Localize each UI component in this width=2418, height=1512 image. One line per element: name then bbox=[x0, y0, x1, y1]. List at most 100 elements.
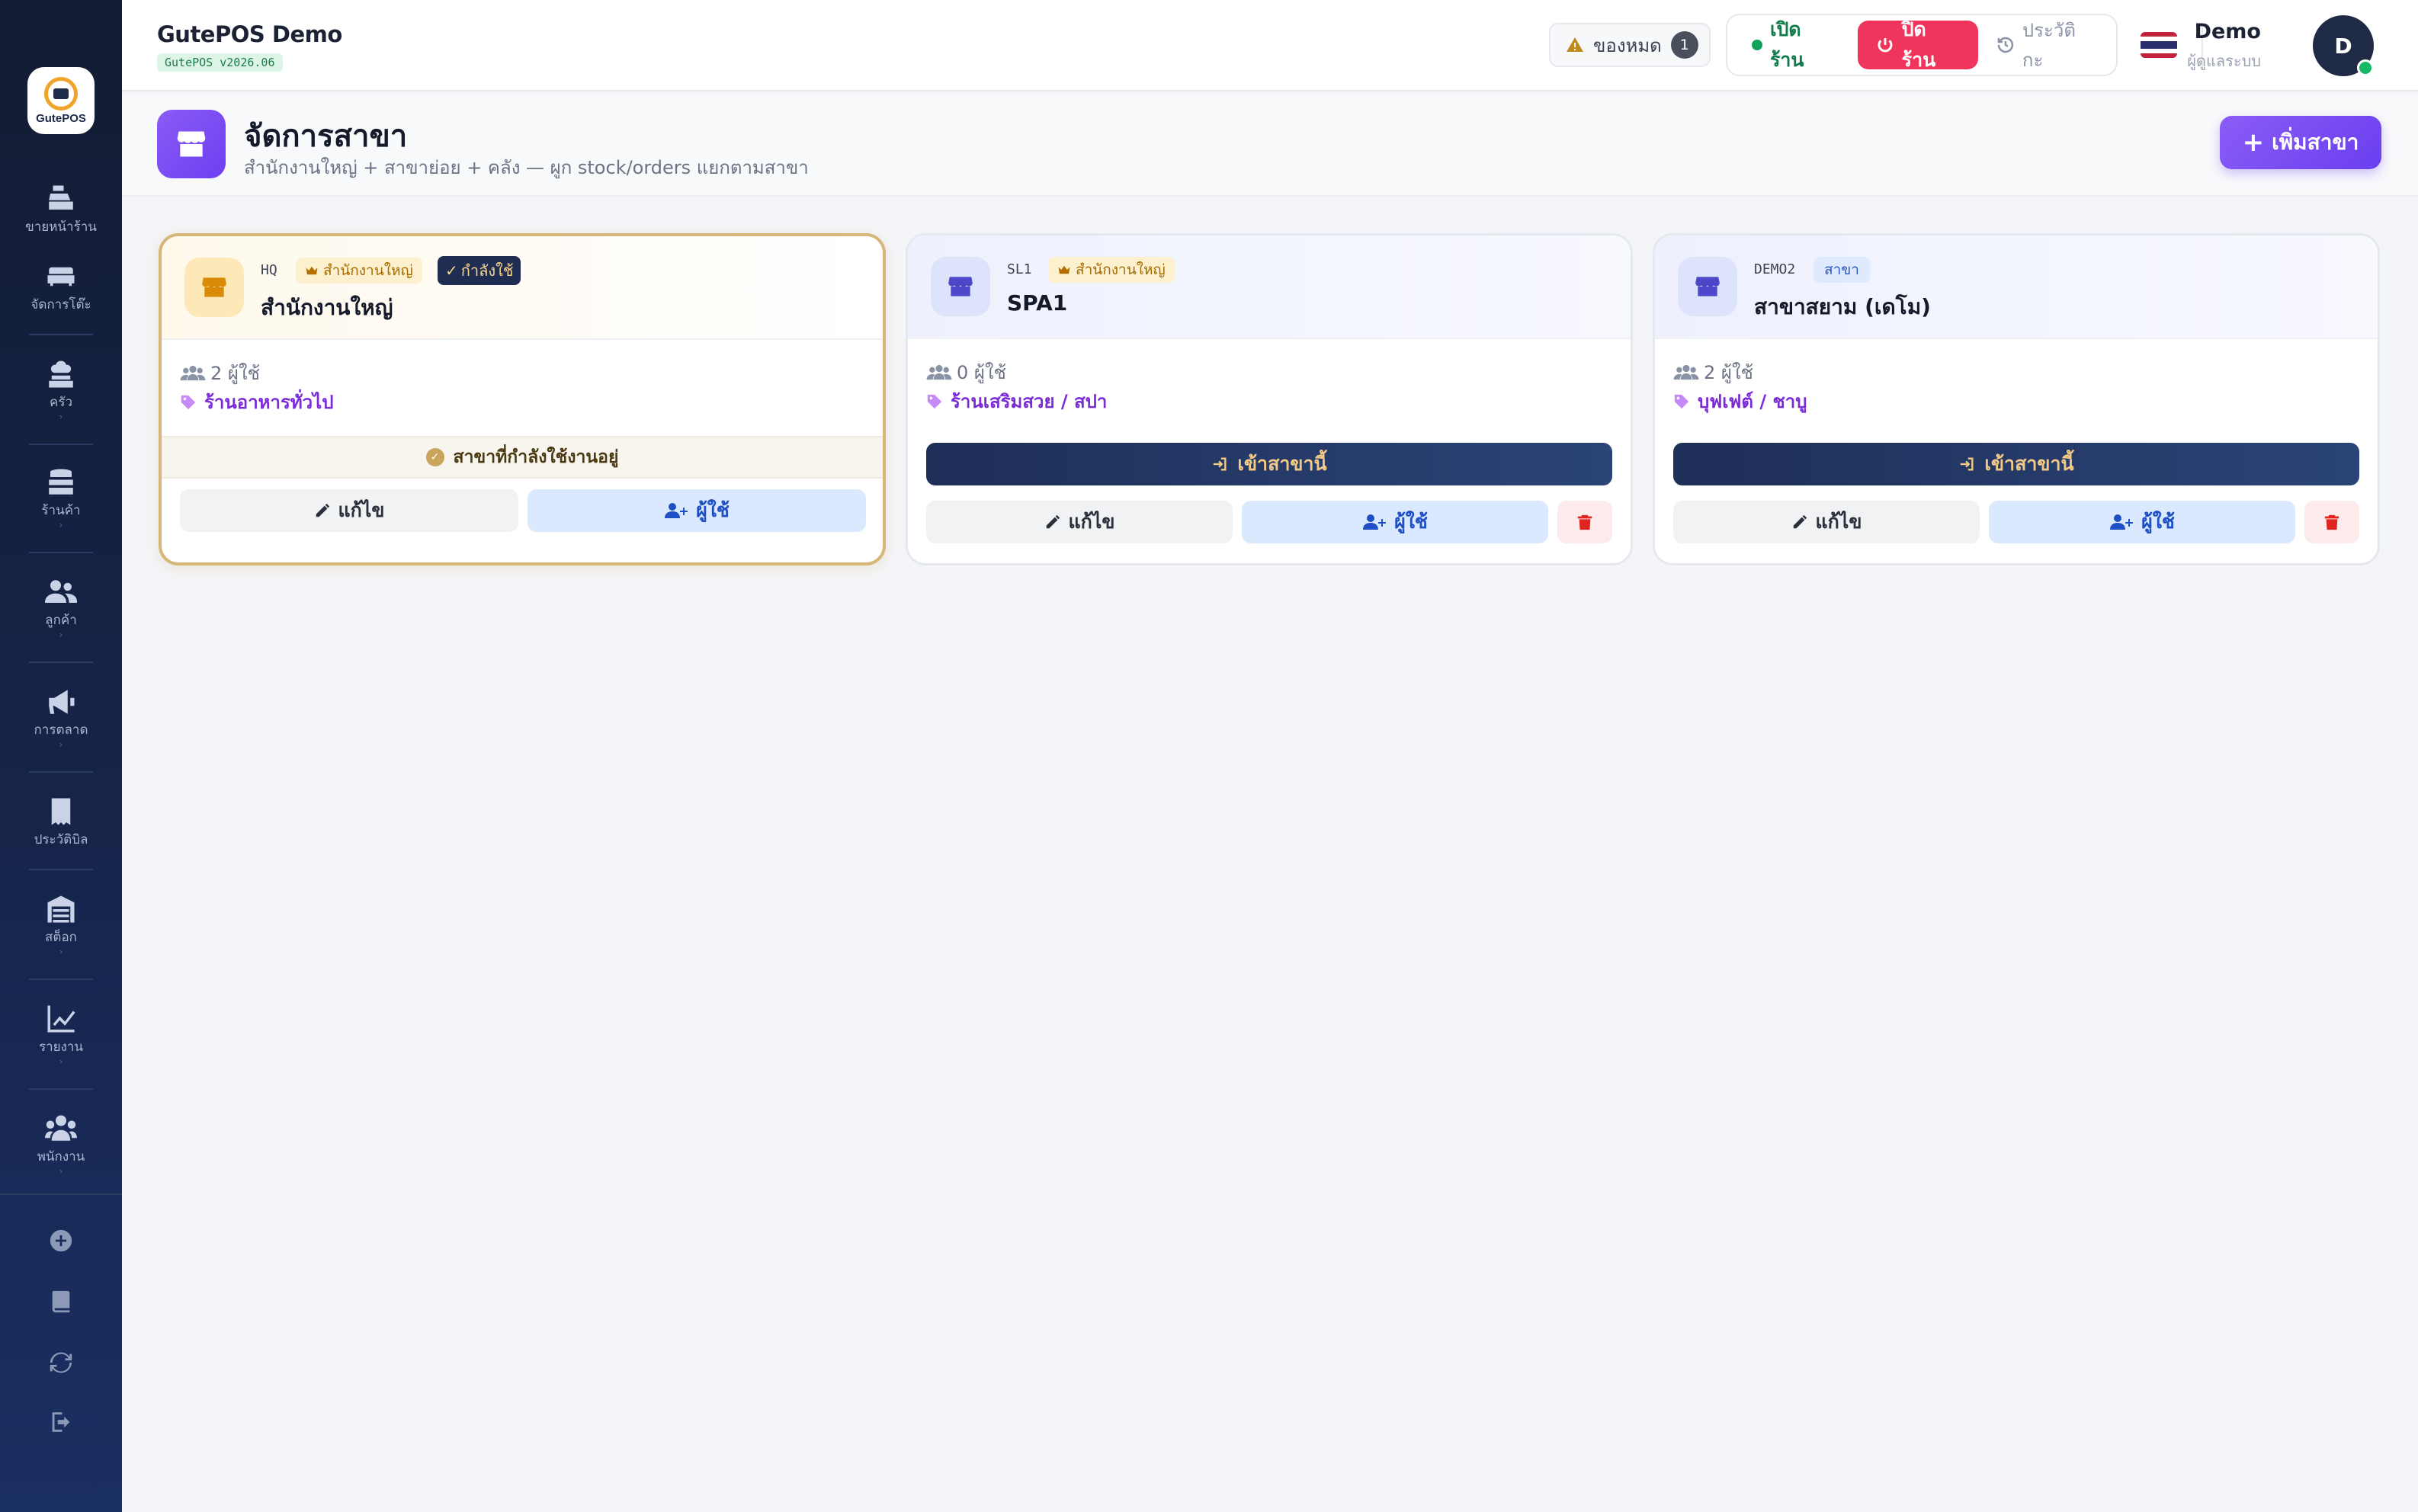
trash-icon bbox=[1577, 514, 1592, 530]
branch-name: SPA1 bbox=[1007, 290, 1068, 316]
pencil-icon bbox=[1046, 514, 1060, 529]
sidebar-item-reports[interactable]: รายงาน › bbox=[0, 1003, 122, 1066]
current-branch-indicator: ✓ สาขาที่กำลังใช้งานอยู่ bbox=[162, 436, 883, 479]
branch-user-count-label: 0 ผู้ใช้ bbox=[957, 362, 1006, 383]
edit-branch-button[interactable]: แก้ไข bbox=[1673, 501, 1980, 543]
users-label: ผู้ใช้ bbox=[1394, 511, 1428, 533]
sidebar-divider bbox=[29, 662, 93, 663]
active-badge: ✓ กำลังใช้ bbox=[438, 256, 521, 285]
app-title: GutePOS Demo bbox=[157, 21, 342, 47]
couch-icon bbox=[47, 267, 75, 287]
add-circle-button[interactable] bbox=[43, 1222, 79, 1259]
sidebar-item-label: ร้านค้า bbox=[41, 503, 81, 518]
chevron-icon: › bbox=[59, 1166, 63, 1177]
history-icon bbox=[1997, 37, 2014, 53]
online-status-icon bbox=[2357, 59, 2374, 76]
power-icon bbox=[1878, 38, 1893, 53]
edit-label: แก้ไข bbox=[338, 499, 385, 521]
sidebar-item-pos[interactable]: ขายหน้าร้าน bbox=[0, 183, 122, 237]
sidebar-item-tables[interactable]: จัดการโต๊ะ bbox=[0, 261, 122, 315]
sidebar-item-store[interactable]: ร้านค้า › bbox=[0, 466, 122, 530]
enter-branch-button[interactable]: เข้าสาขานี้ bbox=[926, 443, 1612, 485]
chevron-icon: › bbox=[59, 629, 63, 640]
crown-icon bbox=[1058, 265, 1070, 274]
warning-icon bbox=[1567, 37, 1583, 52]
version-badge: GutePOS v2026.06 bbox=[157, 53, 283, 72]
store-icon bbox=[931, 257, 990, 316]
open-shop-button[interactable]: เปิดร้าน bbox=[1737, 18, 1850, 71]
branch-user-count: 2 ผู้ใช้ bbox=[180, 358, 260, 388]
open-shop-label: เปิดร้าน bbox=[1769, 18, 1804, 71]
delete-branch-button[interactable] bbox=[2304, 501, 2359, 543]
branch-user-count: 0 ผู้ใช้ bbox=[926, 357, 1006, 387]
shift-history-button[interactable]: ประวัติกะ bbox=[1986, 20, 2107, 71]
status-dot-icon bbox=[1752, 40, 1762, 50]
sidebar-item-bill-history[interactable]: ประวัติบิล bbox=[0, 796, 122, 850]
hq-badge-label: สำนักงานใหญ่ bbox=[323, 262, 413, 279]
store-icon bbox=[157, 110, 226, 178]
tag-icon bbox=[181, 395, 196, 409]
edit-branch-button[interactable]: แก้ไข bbox=[926, 501, 1233, 543]
chevron-icon: › bbox=[59, 520, 63, 530]
user-plus-icon bbox=[2110, 514, 2134, 530]
sidebar-item-label: การตลาด bbox=[34, 722, 88, 738]
sidebar-divider bbox=[29, 771, 93, 773]
current-branch-label: สาขาที่กำลังใช้งานอยู่ bbox=[453, 447, 619, 467]
logout-icon bbox=[52, 1412, 70, 1432]
branch-type-tag: ร้านอาหารทั่วไป bbox=[180, 387, 333, 417]
chevron-icon: › bbox=[59, 739, 63, 750]
sign-in-icon bbox=[1214, 457, 1227, 471]
branch-user-count: 2 ผู้ใช้ bbox=[1673, 357, 1753, 387]
branch-type-tag: บุฟเฟต์ / ชาบู bbox=[1673, 386, 1807, 416]
close-shop-button[interactable]: ปิดร้าน bbox=[1857, 18, 1979, 71]
branch-type-label: บุฟเฟต์ / ชาบู bbox=[1698, 391, 1807, 412]
thai-flag-icon[interactable] bbox=[2141, 32, 2177, 58]
sidebar-divider bbox=[0, 1193, 122, 1195]
logout-button[interactable] bbox=[43, 1404, 79, 1440]
hq-badge: สำนักงานใหญ่ bbox=[296, 258, 422, 284]
sidebar-item-label: จัดการโต๊ะ bbox=[30, 297, 91, 312]
sidebar-item-label: ลูกค้า bbox=[45, 613, 77, 628]
sidebar-item-label: สต็อก bbox=[45, 930, 77, 945]
store-stack-icon bbox=[49, 469, 73, 495]
tag-icon bbox=[927, 394, 942, 408]
trash-icon bbox=[2324, 514, 2339, 530]
sidebar-item-stock[interactable]: สต็อก › bbox=[0, 893, 122, 956]
branch-user-count-label: 2 ผู้ใช้ bbox=[210, 363, 260, 384]
plus-icon: + bbox=[2242, 127, 2265, 158]
sidebar-divider bbox=[29, 552, 93, 553]
tag-icon bbox=[1674, 394, 1689, 408]
sidebar-item-marketing[interactable]: การตลาด › bbox=[0, 686, 122, 749]
branch-users-button[interactable]: ผู้ใช้ bbox=[1989, 501, 2295, 543]
branch-badge: สาขา bbox=[1814, 257, 1870, 283]
sidebar-divider bbox=[29, 869, 93, 870]
sidebar-item-label: พนักงาน bbox=[37, 1149, 85, 1164]
add-branch-button[interactable]: + เพิ่มสาขา bbox=[2220, 116, 2381, 169]
hq-badge: สำนักงานใหญ่ bbox=[1048, 257, 1175, 283]
branch-users-button[interactable]: ผู้ใช้ bbox=[1242, 501, 1548, 543]
out-of-stock-alert[interactable]: ของหมด 1 bbox=[1549, 23, 1711, 67]
sync-button[interactable] bbox=[43, 1344, 79, 1381]
branch-users-button[interactable]: ผู้ใช้ bbox=[528, 489, 866, 532]
manual-button[interactable] bbox=[43, 1283, 79, 1320]
branch-code: SL1 bbox=[1007, 261, 1032, 277]
branch-name: สาขาสยาม (เดโม) bbox=[1754, 294, 1931, 319]
enter-branch-label: เข้าสาขานี้ bbox=[1984, 453, 2074, 475]
chart-line-icon bbox=[47, 1005, 75, 1033]
app-logo[interactable]: GutePOS bbox=[27, 67, 95, 134]
sidebar-item-label: รายงาน bbox=[38, 1040, 84, 1055]
sidebar-divider bbox=[29, 979, 93, 980]
out-of-stock-count: 1 bbox=[1670, 31, 1698, 59]
branch-card-sl1: SL1 สำนักงานใหญ่ SPA1 0 ผู้ใช้ ร้านเสริม… bbox=[906, 233, 1633, 565]
chevron-icon: › bbox=[59, 947, 63, 957]
delete-branch-button[interactable] bbox=[1557, 501, 1612, 543]
sidebar-item-kitchen[interactable]: ครัว › bbox=[0, 358, 122, 421]
crown-icon bbox=[306, 266, 318, 275]
edit-branch-button[interactable]: แก้ไข bbox=[180, 489, 518, 532]
sidebar-item-label: ประวัติบิล bbox=[34, 832, 88, 847]
sidebar-item-customers[interactable]: ลูกค้า › bbox=[0, 576, 122, 639]
enter-branch-button[interactable]: เข้าสาขานี้ bbox=[1673, 443, 2359, 485]
store-icon bbox=[184, 258, 244, 317]
user-plus-icon bbox=[665, 503, 688, 518]
sidebar-item-staff[interactable]: พนักงาน › bbox=[0, 1113, 122, 1176]
